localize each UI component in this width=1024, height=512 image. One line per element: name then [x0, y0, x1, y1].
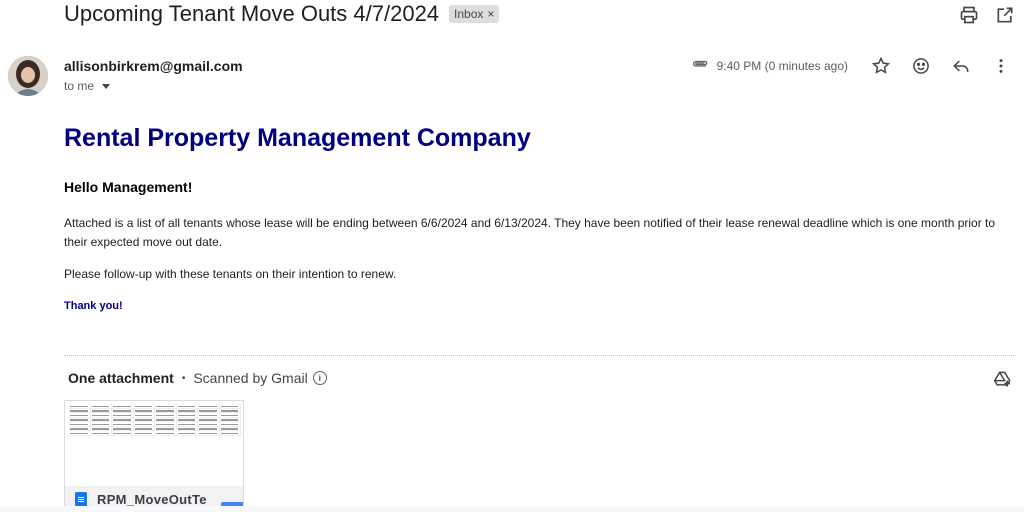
spreadsheet-thumbnail: [69, 404, 241, 440]
email-body: Rental Property Management Company Hello…: [64, 124, 1004, 312]
emoji-icon[interactable]: [910, 55, 932, 77]
attachment-count: One attachment: [68, 370, 174, 386]
attachment-file-name: RPM_MoveOutTe: [97, 491, 207, 507]
attachments-header: One attachment • Scanned by Gmail i: [68, 370, 327, 386]
attachment-divider: [64, 355, 1016, 356]
body-paragraph-2: Please follow-up with these tenants on t…: [64, 267, 397, 281]
subject-row: Upcoming Tenant Move Outs 4/7/2024 Inbox…: [64, 0, 500, 28]
open-in-new-window-icon[interactable]: [994, 4, 1016, 26]
print-icon[interactable]: [958, 4, 980, 26]
info-icon[interactable]: i: [312, 371, 327, 385]
company-heading: Rental Property Management Company: [64, 124, 531, 152]
body-paragraph-1: Attached is a list of all tenants whose …: [64, 216, 996, 249]
sender-email[interactable]: allisonbirkrem@gmail.com: [64, 58, 243, 74]
greeting: Hello Management!: [64, 179, 193, 195]
star-icon[interactable]: [870, 55, 892, 77]
top-toolbar: [958, 4, 1016, 26]
scan-status: Scanned by Gmail: [193, 370, 308, 386]
remove-label-icon[interactable]: ×: [487, 7, 494, 21]
signoff: Thank you!: [64, 300, 123, 312]
add-to-drive-icon[interactable]: [992, 368, 1014, 390]
inbox-label-text: Inbox: [454, 7, 484, 21]
sheets-file-icon: [75, 491, 87, 507]
chevron-down-icon: [102, 83, 111, 89]
message-timestamp: 9:40 PM (0 minutes ago): [716, 59, 848, 73]
message-meta: 9:40 PM (0 minutes ago): [691, 55, 1012, 77]
email-subject: Upcoming Tenant Move Outs 4/7/2024: [64, 1, 440, 26]
more-vert-icon[interactable]: [990, 55, 1012, 77]
reply-icon[interactable]: [950, 55, 972, 77]
bottom-strip: [0, 506, 1024, 512]
paperclip-icon: [692, 60, 707, 67]
inbox-label-chip[interactable]: Inbox ×: [449, 5, 500, 23]
recipient-details-toggle[interactable]: to me: [64, 79, 111, 93]
attachment-card[interactable]: RPM_MoveOutTe: [64, 400, 244, 512]
sender-avatar[interactable]: [8, 56, 48, 96]
separator-dot: •: [181, 372, 186, 384]
recipient-label: to me: [64, 79, 95, 93]
